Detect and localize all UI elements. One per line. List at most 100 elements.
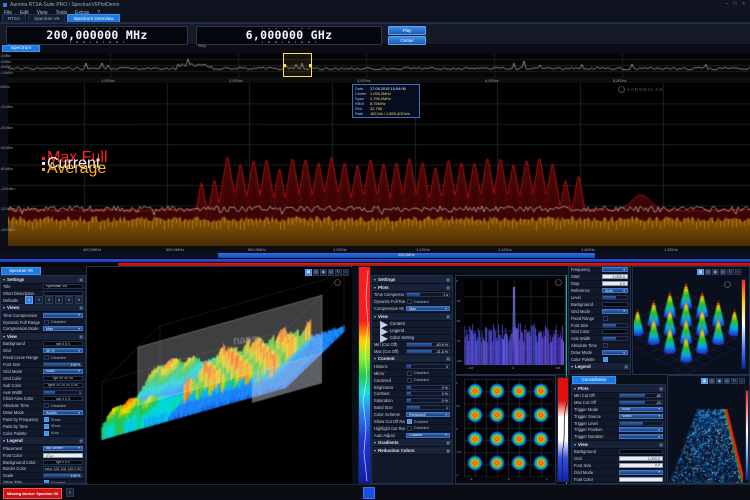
setting-control[interactable] xyxy=(602,302,628,307)
setting-defaults[interactable]: Defaults123456 xyxy=(1,297,85,304)
setting-control[interactable]: ▾ xyxy=(602,267,628,272)
stop-frequency-display[interactable]: 6,000000 GHz xyxy=(196,26,382,45)
setting-font-size[interactable]: Font Size100 % xyxy=(1,362,85,369)
setting-control[interactable] xyxy=(602,323,628,328)
split-view-icon[interactable]: ▧ xyxy=(705,269,712,276)
dock-icon[interactable]: ▤ xyxy=(720,269,727,276)
setting-control[interactable]: 100 % xyxy=(43,362,83,367)
setting-control[interactable]: 1 xyxy=(406,405,450,410)
setting-control[interactable]: 0 xyxy=(406,364,450,369)
setting-control[interactable]: ▾ xyxy=(43,313,83,318)
digit-decrement-dots[interactable] xyxy=(262,41,316,43)
setting-time-compression[interactable]: Time Compression1 s xyxy=(372,292,452,299)
setting-control[interactable]: Video▾ xyxy=(619,414,663,419)
default-button-4[interactable]: 4 xyxy=(55,296,63,304)
setting-font-size[interactable]: Font Size xyxy=(569,322,630,329)
setting-control[interactable]: Max▾ xyxy=(43,326,83,331)
setting-grid-color[interactable]: Grid Color xyxy=(569,329,630,336)
split-view-icon[interactable]: ▧ xyxy=(313,269,320,276)
setting-fixed-range[interactable]: Fixed Range xyxy=(569,315,630,322)
setting-frequency[interactable]: Frequency▾ xyxy=(569,267,630,274)
setting-level[interactable]: Level xyxy=(569,295,630,302)
setting-control[interactable] xyxy=(602,336,628,341)
checkbox[interactable] xyxy=(44,355,49,360)
setting-control[interactable]: 0,0 xyxy=(619,463,663,468)
setting-chart-area-color[interactable]: Chart Area Colorrgb 0 0 0 xyxy=(1,396,85,403)
setting-placement[interactable]: Placementtop center▾ xyxy=(1,445,85,452)
setting-control[interactable] xyxy=(43,291,83,296)
setting-control[interactable]: 1.000,0 xyxy=(619,456,663,461)
checkbox[interactable] xyxy=(44,403,49,408)
default-button-3[interactable]: 3 xyxy=(45,296,53,304)
setting-control[interactable]: rgb 40 40 40 xyxy=(43,376,83,381)
setting-trigger-position[interactable]: Trigger Position▾ xyxy=(572,427,665,434)
setting-start[interactable]: Start1.000,0 xyxy=(569,274,630,281)
histogram-3d-canvas[interactable] xyxy=(88,268,352,484)
setting-font-color[interactable]: Font Colorrgba 255 255 255 0,50 xyxy=(1,452,85,459)
error-badge[interactable]: Missing device: Spectran V6 xyxy=(3,488,62,499)
setting-historic[interactable]: Historic0 xyxy=(372,363,452,370)
group-legend[interactable]: ▾Legend▦ xyxy=(1,437,85,445)
group-views[interactable]: ▾Views▦ xyxy=(1,304,85,312)
button-center[interactable]: Center xyxy=(388,36,426,45)
setting-paint-by-frequency[interactable]: Paint by Frequency✓Show xyxy=(1,417,85,424)
checkbox[interactable]: ✓ xyxy=(44,424,49,429)
setting-absolute-time[interactable]: Absolute TimeDisabled xyxy=(1,403,85,410)
checkbox[interactable] xyxy=(407,378,412,383)
group-settings[interactable]: ▾Settings▦ xyxy=(372,276,452,284)
setting-control[interactable]: 0 % xyxy=(406,391,450,396)
setting-control[interactable]: Rainbow2▾ xyxy=(406,412,450,417)
setting-control[interactable] xyxy=(602,295,628,300)
setting-grid-mode[interactable]: Grid Mode▾ xyxy=(572,469,665,476)
rotate-icon[interactable]: ↻ xyxy=(727,269,734,276)
setting-compression-mode[interactable]: Compression ModeMax▾ xyxy=(372,306,452,313)
setting-dynamic-full-range[interactable]: Dynamic Full RangeDisabled xyxy=(1,319,85,326)
digit-decrement-dots[interactable] xyxy=(70,41,124,43)
setting-draw-mode[interactable]: Draw Mode▾ xyxy=(569,350,630,357)
tab-constellation[interactable]: Constellation xyxy=(572,376,616,384)
checkbox[interactable]: ✓ xyxy=(603,357,608,362)
setting-background[interactable]: Background xyxy=(572,449,665,456)
setting-paint-by-time[interactable]: Paint by Time✓Show xyxy=(1,424,85,431)
setting-control[interactable]: Auto/s▾ xyxy=(43,410,83,415)
setting-control[interactable]: Auto▾ xyxy=(619,407,663,412)
setting-control[interactable]: rgba 255 255 255 0,50 xyxy=(43,453,83,458)
error-dismiss-button[interactable]: × xyxy=(66,488,74,497)
setting-control[interactable]: Custom▾ xyxy=(406,433,450,438)
amplitude-color-scale[interactable] xyxy=(358,266,371,484)
setting-max-cut-off[interactable]: Max Cut Off-20 xyxy=(572,399,665,406)
setting-control[interactable]: 0,0 xyxy=(602,281,628,286)
iq-power-spectrum-canvas[interactable] xyxy=(464,279,564,365)
setting-control[interactable]: 1 xyxy=(43,390,83,395)
checkbox[interactable] xyxy=(603,316,608,321)
setting-control[interactable]: ▾ xyxy=(619,470,663,475)
setting-control[interactable]: 100 % xyxy=(43,473,83,478)
setting-control[interactable]: -63,9 % xyxy=(406,342,450,347)
start-frequency-display[interactable]: 200,000000 MHz xyxy=(6,26,188,45)
checkbox[interactable] xyxy=(407,299,412,304)
layout-icon[interactable]: ▦ xyxy=(697,269,704,276)
setting-color-scheme[interactable]: Color SchemeRainbow2▾ xyxy=(372,412,452,419)
setting-grid-color[interactable]: Grid Colorrgb 40 40 40 xyxy=(1,375,85,382)
group-legend[interactable]: ▾Legend▦ xyxy=(569,363,630,371)
setting-reference[interactable]: ReferenceAuto▾ xyxy=(569,288,630,295)
setting-control[interactable]: 0 % xyxy=(406,385,450,390)
setting-control[interactable]: Spectran V6 xyxy=(43,284,83,289)
rotate-icon[interactable]: ↻ xyxy=(335,269,342,276)
close-icon[interactable]: × xyxy=(735,269,742,276)
setting-control[interactable]: rgb 0 0 0 xyxy=(43,460,83,465)
setting-control[interactable]: Auto▾ xyxy=(602,288,628,293)
tab-spectrum[interactable]: Spectrum xyxy=(2,45,40,52)
checkbox[interactable] xyxy=(44,320,49,325)
setting-saturation[interactable]: Saturation0 % xyxy=(372,398,452,405)
checkbox[interactable]: ✓ xyxy=(407,419,412,424)
setting-border-color[interactable]: Border Colorrgba 128 128 128 0,50 xyxy=(1,466,85,473)
setting-control[interactable]: 1.000,0 xyxy=(602,274,628,279)
overview-zoom-selection[interactable] xyxy=(283,53,312,77)
tab-spectran-v6[interactable]: Spectran V6 xyxy=(1,267,41,275)
stop-frequency-value[interactable]: 6,000000 GHz xyxy=(246,30,333,40)
doc-tab-spectrum-overview[interactable]: Spectrum Overview xyxy=(67,14,119,22)
setting-highlight-cut-ranges[interactable]: Highlight Cut RangesDisabled xyxy=(372,425,452,432)
setting-axis-width[interactable]: Axis Width xyxy=(569,336,630,343)
setting-control[interactable]: ▾ xyxy=(619,427,663,432)
